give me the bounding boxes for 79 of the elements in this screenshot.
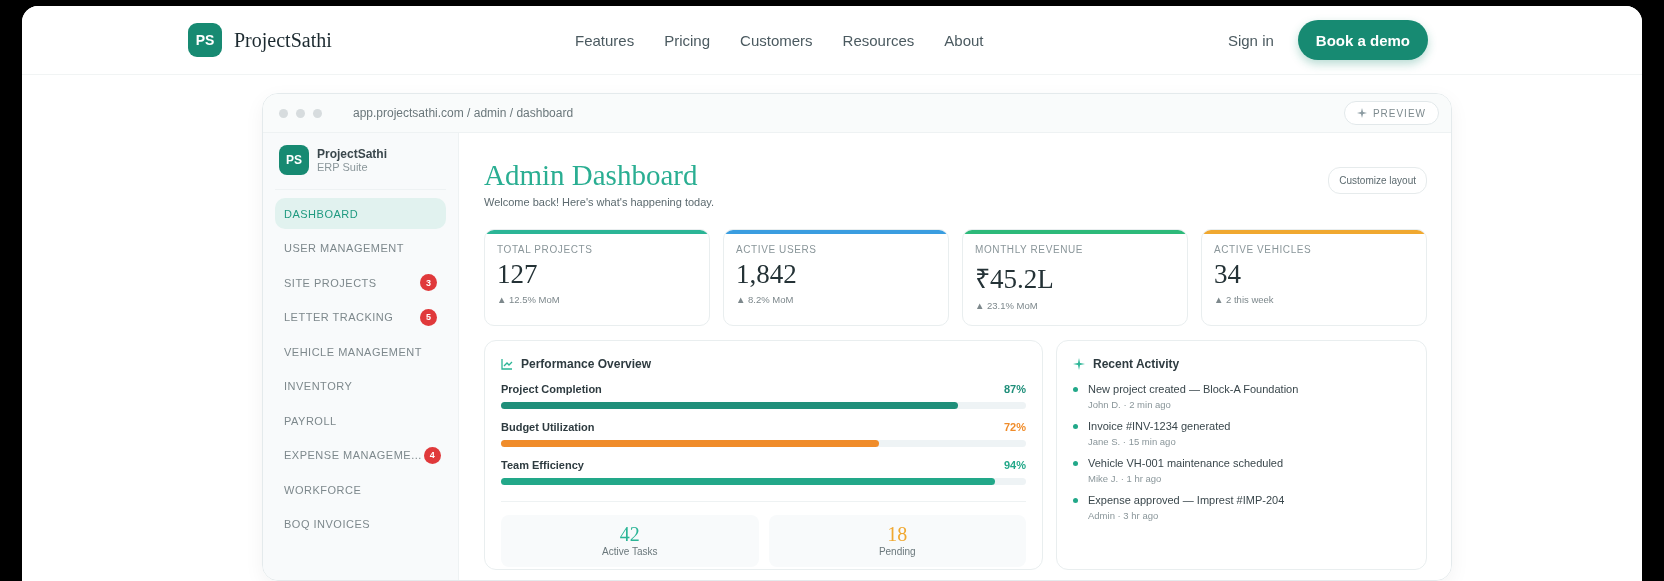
sidebar-item-label: INVENTORY: [284, 380, 353, 392]
sidebar-item-label: DASHBOARD: [284, 207, 359, 220]
count-badge: 5: [420, 308, 437, 326]
brand-name: ProjectSathi: [317, 147, 388, 161]
sparkle-icon: [1073, 358, 1085, 370]
sidebar-item-label: BOQ INVOICES: [284, 518, 371, 530]
tile-value: 42: [619, 523, 640, 546]
metric-label: Project Completion: [501, 383, 602, 395]
stat-change: ▲ 8.2% MoM: [735, 294, 795, 305]
count-badge: 4: [423, 446, 441, 464]
tile-value: 18: [887, 523, 908, 546]
activity-meta: Admin · 3 hr ago: [1088, 510, 1160, 521]
page-title: Admin Dashboard: [484, 159, 699, 192]
url-text: app.projectsathi.com / admin / dashboard: [353, 106, 575, 120]
activity-text: Invoice #INV-1234 generated: [1088, 420, 1231, 432]
preview-button[interactable]: PREVIEW: [1343, 101, 1439, 125]
sign-in-link[interactable]: Sign in: [1227, 31, 1274, 49]
stat-value: 127: [496, 258, 539, 291]
sidebar-item[interactable]: LETTER TRACKING 5: [275, 301, 446, 333]
stat-change: ▲ 12.5% MoM: [496, 294, 561, 305]
metric-value: 87%: [1003, 383, 1026, 395]
sidebar-item-label: VEHICLE MANAGEMENT: [284, 345, 422, 358]
stat-value: 34: [1213, 258, 1242, 291]
stat-value: ₹45.2L: [974, 263, 1055, 296]
nav-link[interactable]: Resources: [842, 31, 915, 49]
panel-title: Performance Overview: [521, 357, 652, 371]
sidebar-item-label: PAYROLL: [284, 414, 337, 427]
sidebar-item[interactable]: INVENTORY: [275, 370, 446, 402]
sidebar-item[interactable]: PAYROLL: [275, 405, 446, 436]
stat-change: ▲ 2 this week: [1213, 294, 1275, 305]
sidebar-item[interactable]: USER MANAGEMENT: [275, 232, 446, 264]
tile-label: Pending: [878, 546, 916, 557]
metric-value: 72%: [1003, 421, 1026, 433]
stat-label: MONTHLY REVENUE: [974, 244, 1085, 255]
stat-value: 1,842: [735, 258, 798, 291]
nav-link[interactable]: Pricing: [664, 31, 711, 49]
activity-meta: Mike J. · 1 hr ago: [1088, 473, 1163, 484]
sidebar-item-label: EXPENSE MANAGEME...: [284, 449, 422, 461]
activity-text: New project created — Block-A Foundation: [1088, 383, 1299, 395]
metric-label: Team Efficiency: [501, 459, 584, 471]
book-demo-button[interactable]: Book a demo: [1297, 20, 1428, 60]
stat-label: TOTAL PROJECTS: [496, 244, 594, 255]
brand-subtitle: ERP Suite: [317, 161, 369, 173]
sidebar-item[interactable]: EXPENSE MANAGEME... 4: [275, 439, 446, 471]
count-badge: 3: [420, 274, 437, 291]
chart-icon: [501, 358, 513, 370]
sidebar-item-label: SITE PROJECTS: [284, 276, 377, 289]
panel-title: Recent Activity: [1093, 357, 1180, 371]
bullet-icon: [1073, 498, 1078, 503]
nav-link[interactable]: About: [944, 31, 984, 49]
sidebar-item[interactable]: SITE PROJECTS 3: [275, 267, 446, 298]
bullet-icon: [1073, 424, 1078, 429]
stat-change: ▲ 23.1% MoM: [974, 300, 1039, 311]
tile-label: Active Tasks: [602, 546, 658, 557]
bullet-icon: [1073, 461, 1078, 466]
activity-meta: Jane S. · 15 min ago: [1088, 436, 1177, 447]
stat-label: ACTIVE VEHICLES: [1213, 244, 1313, 255]
stat-label: ACTIVE USERS: [735, 244, 818, 255]
sidebar-item-label: WORKFORCE: [284, 483, 362, 496]
activity-meta: John D. · 2 min ago: [1088, 399, 1172, 410]
customize-layout-button[interactable]: Customize layout: [1328, 167, 1427, 194]
sidebar-item[interactable]: WORKFORCE: [275, 474, 446, 505]
activity-text: Expense approved — Imprest #IMP-204: [1088, 494, 1285, 506]
logo-icon: PS: [188, 23, 222, 57]
brand-name: ProjectSathi: [234, 28, 332, 52]
page-subtitle: Welcome back! Here's what's happening today.: [484, 196, 715, 208]
metric-label: Budget Utilization: [501, 421, 595, 433]
sidebar-item[interactable]: BOQ INVOICES: [275, 508, 446, 540]
sidebar-item-label: LETTER TRACKING: [284, 311, 394, 323]
nav-link[interactable]: Customers: [740, 31, 813, 49]
sidebar-item[interactable]: DASHBOARD: [275, 198, 446, 229]
sidebar-item[interactable]: VEHICLE MANAGEMENT: [275, 336, 446, 367]
activity-text: Vehicle VH-001 maintenance scheduled: [1088, 457, 1284, 469]
nav-link[interactable]: Features: [575, 31, 635, 49]
sparkle-icon: [1356, 108, 1367, 118]
metric-value: 94%: [1003, 459, 1026, 471]
bullet-icon: [1073, 387, 1078, 392]
sidebar-item-label: USER MANAGEMENT: [284, 242, 404, 254]
logo-icon: PS: [279, 145, 309, 175]
